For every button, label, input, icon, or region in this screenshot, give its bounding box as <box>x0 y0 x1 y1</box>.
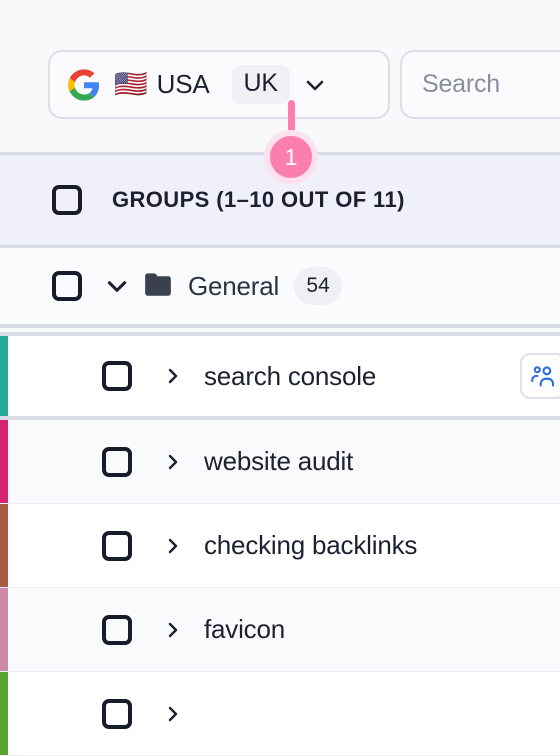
keyword-checkbox[interactable] <box>102 446 132 477</box>
chevron-right-icon[interactable] <box>164 702 182 726</box>
keyword-row[interactable]: checking backlinks <box>0 504 560 588</box>
callout-step-badge[interactable]: 1 <box>264 130 318 184</box>
chevron-right-icon[interactable] <box>164 534 182 558</box>
chevron-right-icon[interactable] <box>164 450 182 474</box>
keyword-label: search console <box>204 360 377 391</box>
search-box[interactable]: Search <box>400 50 560 119</box>
keyword-manager-panel: 🇺🇸 USA UK Search 1 GROUPS (1–10 OUT OF 1… <box>0 0 560 756</box>
keyword-label: checking backlinks <box>204 530 418 560</box>
chevron-down-icon[interactable] <box>104 273 130 299</box>
keyword-row-content <box>102 698 204 729</box>
keyword-row-content: checking backlinks <box>102 530 417 561</box>
folder-checkbox[interactable] <box>52 271 82 301</box>
keyword-checkbox[interactable] <box>102 361 132 391</box>
people-group-icon <box>530 363 557 390</box>
keyword-row[interactable]: favicon <box>0 588 560 672</box>
keyword-list: search console website audit checking back… <box>0 332 560 756</box>
keyword-color-bar <box>0 588 8 671</box>
chevron-right-icon[interactable] <box>164 364 182 388</box>
keyword-checkbox[interactable] <box>102 614 132 645</box>
keyword-label: website audit <box>204 446 354 476</box>
keyword-row-content: favicon <box>102 614 285 645</box>
keyword-checkbox[interactable] <box>102 530 132 561</box>
groups-header-label: GROUPS (1–10 OUT OF 11) <box>112 187 405 212</box>
keyword-checkbox[interactable] <box>102 698 132 729</box>
keyword-row[interactable]: search console <box>0 332 560 420</box>
folder-name: General <box>188 270 280 301</box>
keyword-color-bar <box>0 504 8 587</box>
country-label: USA <box>156 69 210 99</box>
keyword-color-bar <box>0 420 8 503</box>
groups-select-all-checkbox[interactable] <box>52 185 82 215</box>
keyword-row-content: search console <box>102 361 376 392</box>
people-group-icon-button[interactable] <box>520 353 560 399</box>
folder-icon <box>144 272 172 300</box>
toolbar: 🇺🇸 USA UK Search <box>0 0 560 152</box>
keyword-label: favicon <box>204 614 285 644</box>
keyword-row[interactable] <box>0 672 560 756</box>
keyword-row-content: website audit <box>102 446 353 477</box>
chevron-right-icon[interactable] <box>164 618 182 642</box>
chevron-down-icon[interactable] <box>303 73 327 97</box>
google-logo-icon <box>68 68 100 101</box>
search-input[interactable]: Search <box>422 70 554 99</box>
us-flag-icon: 🇺🇸 <box>114 69 148 99</box>
folder-count-badge: 54 <box>294 267 343 305</box>
folder-row-general[interactable]: General 54 <box>0 248 560 328</box>
locale-selector[interactable]: 🇺🇸 USA UK <box>48 50 390 119</box>
region-chip-uk[interactable]: UK <box>231 65 290 104</box>
keyword-row[interactable]: website audit <box>0 420 560 504</box>
keyword-color-bar <box>0 672 8 755</box>
keyword-color-bar <box>0 336 8 416</box>
